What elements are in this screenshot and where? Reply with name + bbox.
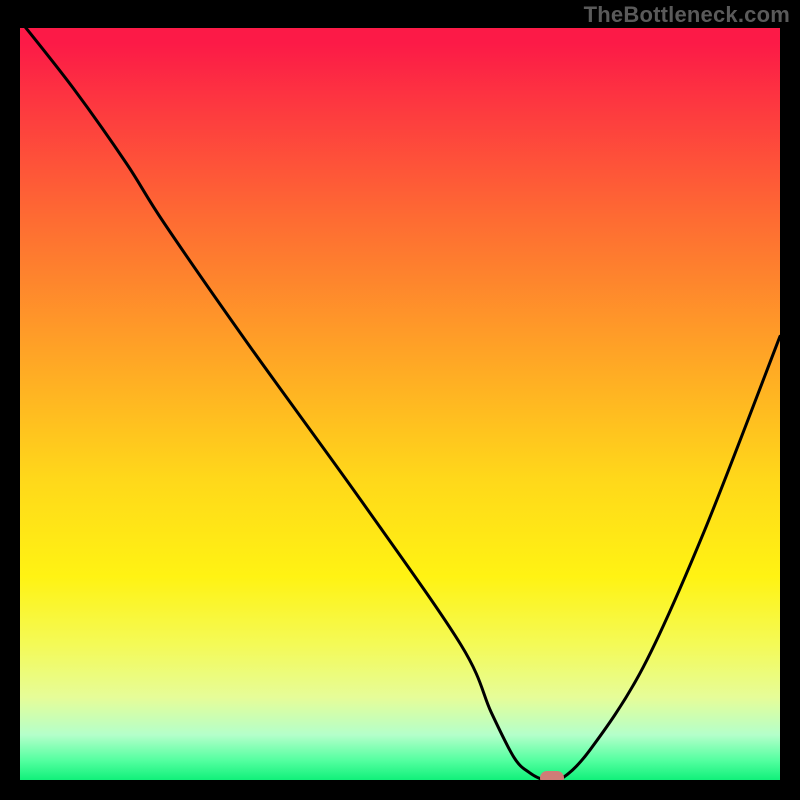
- chart-frame: TheBottleneck.com: [0, 0, 800, 800]
- current-point-marker: [540, 771, 564, 780]
- curve-svg: [20, 28, 780, 780]
- watermark-label: TheBottleneck.com: [584, 2, 790, 28]
- bottleneck-curve-path: [20, 28, 780, 780]
- plot-area: [20, 28, 780, 780]
